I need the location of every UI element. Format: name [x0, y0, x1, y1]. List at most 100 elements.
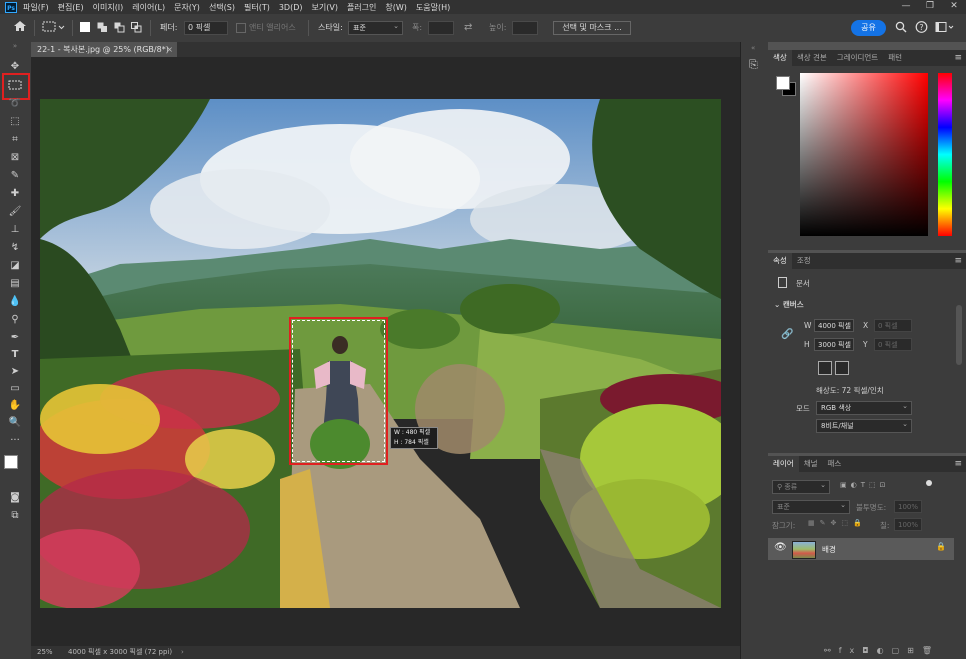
color-mode-dropdown[interactable]: RGB 색상 [816, 400, 912, 415]
workspace-icon[interactable] [935, 20, 955, 34]
close-tab-icon[interactable]: × [166, 42, 173, 57]
foreground-swatch[interactable] [776, 76, 790, 90]
clone-stamp-tool-icon[interactable]: ⊥ [7, 223, 23, 237]
swap-icon[interactable]: ⇄ [464, 21, 472, 35]
layer-actions[interactable]: ⚯fx◘◐▢⊞🗑 [824, 646, 940, 655]
layers-menu-icon[interactable]: ≡ [954, 459, 962, 469]
more-tools-icon[interactable]: ··· [7, 434, 23, 448]
menu-type[interactable]: 문자(Y) [174, 2, 200, 13]
blur-tool-icon[interactable]: 💧 [7, 295, 23, 309]
tab-layers[interactable]: 레이어 [768, 456, 799, 472]
subtract-selection-icon[interactable] [114, 22, 125, 33]
menu-image[interactable]: 이미지(I) [93, 2, 124, 13]
fill-field[interactable]: 100% [894, 518, 922, 531]
layer-row[interactable]: 👁 배경 🔒 [768, 538, 954, 560]
filter-toggle-icon[interactable] [926, 480, 932, 486]
lasso-tool-icon[interactable]: ➰ [7, 97, 23, 111]
healing-brush-tool-icon[interactable]: ✚ [7, 187, 23, 201]
tab-paths[interactable]: 패스 [823, 456, 847, 472]
new-selection-icon[interactable] [80, 22, 90, 32]
pen-tool-icon[interactable]: ✒ [7, 331, 23, 345]
type-tool-icon[interactable]: T [7, 348, 23, 362]
canvas-x-field[interactable]: 0 픽셀 [874, 319, 912, 332]
feather-input[interactable]: 0 픽셀 [184, 21, 228, 35]
properties-menu-icon[interactable]: ≡ [954, 256, 962, 266]
lock-icons[interactable]: ▦✎✥⬚🔒 [808, 519, 867, 527]
hue-slider[interactable] [938, 73, 952, 236]
document-tab[interactable]: 22-1 - 복사본.jpg @ 25% (RGB/8*) × [31, 42, 177, 57]
frame-tool-icon[interactable]: ⊠ [7, 151, 23, 165]
color-field[interactable] [800, 73, 928, 236]
quick-mask-icon[interactable]: ◙ [7, 491, 23, 505]
antialias-checkbox[interactable]: 앤티 앨리어스 [236, 21, 296, 35]
portrait-orientation-icon[interactable] [818, 361, 832, 375]
select-and-mask-button[interactable]: 선택 및 마스크 ... [553, 21, 631, 35]
canvas-section-title[interactable]: ⌄ 캔버스 [774, 299, 804, 310]
layer-filter-icons[interactable]: ▣◐T⬚⊡ [840, 481, 889, 489]
link-icon[interactable]: 🔗 [781, 329, 793, 340]
tab-properties[interactable]: 속성 [768, 253, 792, 269]
history-panel-icon[interactable]: ⎘ [749, 58, 758, 72]
marquee-preset-icon[interactable] [42, 20, 66, 34]
brush-tool-icon[interactable]: 🖌 [7, 205, 23, 219]
help-icon[interactable]: ? [915, 20, 928, 34]
zoom-tool-icon[interactable]: 🔍 [7, 416, 23, 430]
crop-tool-icon[interactable]: ⌗ [7, 133, 23, 147]
marquee-selection[interactable] [292, 320, 385, 462]
tab-adjustments[interactable]: 조정 [792, 253, 816, 269]
maximize-button[interactable]: ❐ [918, 0, 942, 14]
menu-3d[interactable]: 3D(D) [279, 3, 303, 12]
status-arrow-icon[interactable]: › [181, 646, 184, 659]
close-button[interactable]: ✕ [942, 0, 966, 14]
foreground-color-swatch[interactable] [4, 455, 18, 469]
tab-color[interactable]: 색상 [768, 50, 792, 66]
menu-select[interactable]: 선택(S) [209, 2, 235, 13]
style-dropdown[interactable]: 표준 [348, 20, 403, 35]
document-info[interactable]: 4000 픽셀 x 3000 픽셀 (72 ppi) [68, 646, 172, 659]
canvas-width-field[interactable]: 4000 픽셀 [814, 319, 854, 332]
add-selection-icon[interactable] [97, 22, 107, 32]
gradient-tool-icon[interactable]: ▤ [7, 277, 23, 291]
properties-scrollbar[interactable] [956, 305, 962, 365]
menu-edit[interactable]: 편집(E) [58, 2, 84, 13]
intersect-selection-icon[interactable] [131, 22, 142, 33]
tab-swatches[interactable]: 색상 견본 [792, 50, 832, 66]
canvas-y-field[interactable]: 0 픽셀 [874, 338, 912, 351]
move-tool-icon[interactable]: ✥ [7, 60, 23, 74]
menu-filter[interactable]: 필터(T) [244, 2, 270, 13]
dodge-tool-icon[interactable]: ⚲ [7, 313, 23, 327]
height-input[interactable] [512, 21, 538, 35]
path-selection-tool-icon[interactable]: ➤ [7, 365, 23, 379]
menu-help[interactable]: 도움말(H) [416, 2, 450, 13]
tab-patterns[interactable]: 패턴 [883, 50, 907, 66]
menu-file[interactable]: 파일(F) [23, 2, 49, 13]
canvas-height-field[interactable]: 3000 픽셀 [814, 338, 854, 351]
rectangle-tool-icon[interactable]: ▭ [7, 382, 23, 396]
minimize-button[interactable]: — [894, 0, 918, 14]
menu-layer[interactable]: 레이어(L) [132, 2, 165, 13]
width-input[interactable] [428, 21, 454, 35]
search-icon[interactable] [895, 20, 907, 34]
bit-depth-dropdown[interactable]: 8비트/채널 [816, 418, 912, 433]
share-button[interactable]: 공유 [851, 20, 886, 36]
menu-window[interactable]: 창(W) [385, 2, 407, 13]
eyedropper-tool-icon[interactable]: ✎ [7, 169, 23, 183]
menu-view[interactable]: 보기(V) [312, 2, 338, 13]
zoom-level[interactable]: 25% [37, 646, 53, 659]
collapse-panels-icon[interactable]: « [751, 44, 755, 52]
blend-mode-dropdown[interactable]: 표준 [772, 499, 850, 514]
home-icon[interactable] [12, 19, 28, 33]
rectangular-marquee-tool-icon[interactable] [7, 79, 23, 93]
tab-gradients[interactable]: 그레이디언트 [832, 50, 883, 66]
opacity-field[interactable]: 100% [894, 500, 922, 513]
object-selection-tool-icon[interactable]: ⬚ [7, 115, 23, 129]
history-brush-tool-icon[interactable]: ↯ [7, 241, 23, 255]
menu-plugins[interactable]: 플러그인 [347, 2, 376, 13]
collapse-icon[interactable]: » [7, 42, 23, 50]
screen-mode-icon[interactable]: ⧉ [7, 509, 23, 523]
layer-filter-dropdown[interactable]: ⚲ 종류 [772, 479, 830, 494]
hand-tool-icon[interactable]: ✋ [7, 399, 23, 413]
eraser-tool-icon[interactable]: ◪ [7, 259, 23, 273]
landscape-orientation-icon[interactable] [835, 361, 849, 375]
color-panel-menu-icon[interactable]: ≡ [954, 53, 962, 63]
